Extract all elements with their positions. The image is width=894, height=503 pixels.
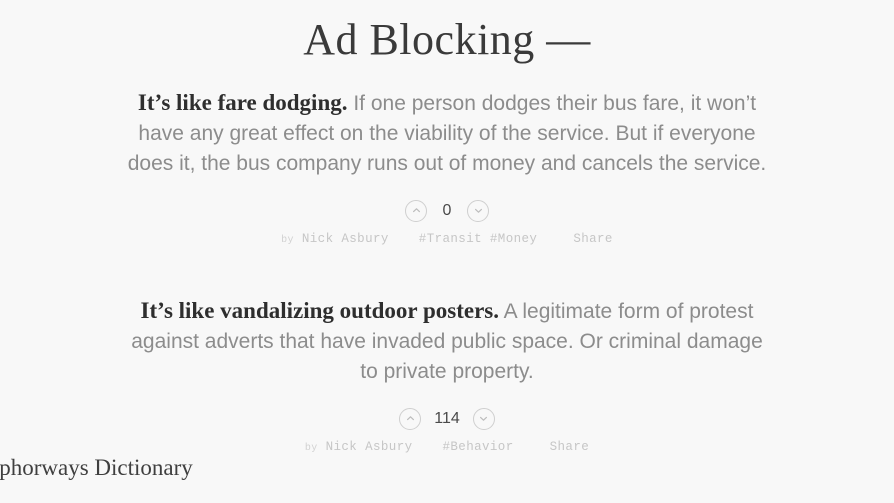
entry-text: It’s like fare dodging. If one person do… — [127, 88, 767, 179]
entry-tags[interactable]: #Transit #Money — [419, 232, 538, 246]
vote-score: 114 — [434, 409, 460, 427]
chevron-up-icon — [405, 413, 416, 424]
vote-controls: 0 — [127, 199, 767, 222]
entry-text: It’s like vandalizing outdoor posters. A… — [127, 296, 767, 387]
page-title: Ad Blocking — — [303, 15, 591, 64]
list-item: It’s like vandalizing outdoor posters. A… — [127, 296, 767, 454]
by-label: by — [304, 442, 318, 454]
site-name-footer[interactable]: Metaphorways Dictionary — [0, 455, 193, 481]
entry-tags[interactable]: #Behavior — [443, 440, 514, 454]
entry-meta: by Nick Asbury #Behavior Share — [127, 440, 767, 454]
page-root: Ad Blocking — It’s like fare dodging. If… — [0, 0, 894, 503]
share-button[interactable]: Share — [550, 440, 590, 454]
entry-author: by Nick Asbury — [281, 232, 389, 246]
share-button[interactable]: Share — [573, 232, 613, 246]
entry-meta: by Nick Asbury #Transit #Money Share — [127, 232, 767, 246]
chevron-down-icon — [478, 413, 489, 424]
entry-lead-in: It’s like fare dodging. — [137, 89, 348, 115]
chevron-down-icon — [473, 205, 484, 216]
chevron-up-icon — [411, 205, 422, 216]
upvote-button[interactable] — [405, 199, 427, 222]
entry-list: It’s like fare dodging. If one person do… — [0, 88, 894, 454]
upvote-button[interactable] — [399, 407, 422, 430]
list-item: It’s like fare dodging. If one person do… — [127, 88, 767, 246]
downvote-button[interactable] — [467, 199, 489, 222]
entry-lead-in: It’s like vandalizing outdoor posters. — [140, 297, 499, 323]
author-name[interactable]: Nick Asbury — [326, 440, 413, 454]
vote-controls: 114 — [127, 407, 767, 430]
by-label: by — [281, 234, 294, 246]
author-name[interactable]: Nick Asbury — [302, 232, 389, 246]
vote-score: 0 — [442, 201, 452, 219]
downvote-button[interactable] — [472, 407, 495, 430]
entry-author: by Nick Asbury — [305, 440, 413, 454]
